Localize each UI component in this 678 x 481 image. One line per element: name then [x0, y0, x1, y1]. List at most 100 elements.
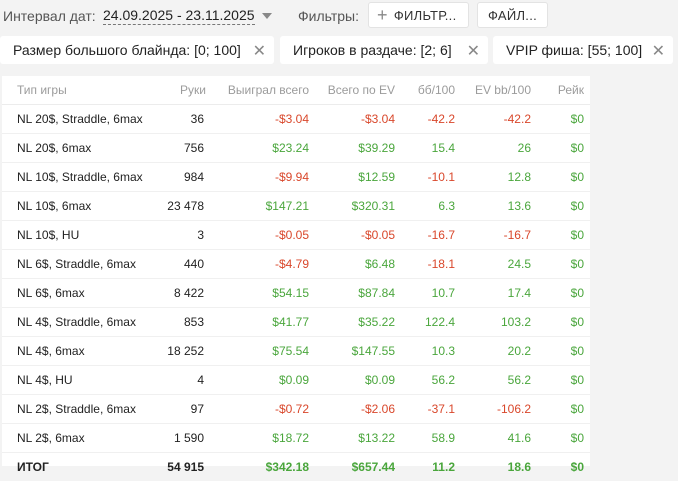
filter-chip-label: Игроков в раздаче: [2; 6] [293, 42, 452, 58]
col-rake-cell: $0 [537, 279, 590, 308]
col-bb100-cell: -16.7 [401, 221, 461, 250]
table-row[interactable]: NL 4$, 6max18 252$75.54$147.5510.320.2$0 [2, 337, 590, 366]
filter-chip-bb-size[interactable]: Размер большого блайнда: [0; 100] ✕ [0, 36, 274, 64]
table-row[interactable]: NL 20$, Straddle, 6max36-$3.04-$3.04-42.… [2, 105, 590, 134]
col-ev-total-cell: $87.84 [315, 279, 401, 308]
col-rake-cell: $0 [537, 134, 590, 163]
col-bb100-cell: -18.1 [401, 250, 461, 279]
col-game-type-cell: NL 10$, Straddle, 6max [2, 163, 162, 192]
add-filter-button[interactable]: + ФИЛЬТР... [368, 2, 469, 28]
table-row[interactable]: NL 20$, 6max756$23.24$39.2915.426$0 [2, 134, 590, 163]
col-won-total-cell: -$3.04 [212, 105, 315, 134]
col-rake-cell: $0 [537, 163, 590, 192]
col-hands-header[interactable]: Руки [162, 76, 212, 105]
col-hands-cell: 54 915 [162, 453, 212, 481]
col-bb100-cell: -42.2 [401, 105, 461, 134]
col-ev-total-cell: -$2.06 [315, 395, 401, 424]
col-won-total-cell: $342.18 [212, 453, 315, 481]
col-hands-cell: 36 [162, 105, 212, 134]
col-ev-total-cell: $39.29 [315, 134, 401, 163]
col-game-type-cell: NL 2$, 6max [2, 424, 162, 453]
close-icon[interactable]: ✕ [467, 41, 480, 61]
col-ev-bb100-cell: 56.2 [461, 366, 537, 395]
active-filters: Размер большого блайнда: [0; 100] ✕ Игро… [0, 36, 678, 64]
col-game-type-cell: NL 2$, Straddle, 6max [2, 395, 162, 424]
col-won-total-cell: $23.24 [212, 134, 315, 163]
col-won-total-cell: -$0.72 [212, 395, 315, 424]
col-won-total-cell: -$4.79 [212, 250, 315, 279]
col-won-total-cell: $147.21 [212, 192, 315, 221]
add-filter-label: ФИЛЬТР... [394, 8, 457, 23]
col-ev-total-cell: -$0.05 [315, 221, 401, 250]
table-row[interactable]: NL 2$, Straddle, 6max97-$0.72-$2.06-37.1… [2, 395, 590, 424]
col-bb100-cell: -37.1 [401, 395, 461, 424]
chevron-down-icon[interactable] [262, 13, 272, 19]
table-row[interactable]: NL 4$, HU4$0.09$0.0956.256.2$0 [2, 366, 590, 395]
col-hands-cell: 97 [162, 395, 212, 424]
col-ev-total-header[interactable]: Всего по EV [315, 76, 401, 105]
col-bb100-cell: 56.2 [401, 366, 461, 395]
col-game-type-cell: NL 6$, 6max [2, 279, 162, 308]
col-ev-total-cell: -$3.04 [315, 105, 401, 134]
col-hands-cell: 756 [162, 134, 212, 163]
date-range-picker[interactable]: 24.09.2025 - 23.11.2025 [103, 7, 255, 25]
table-row[interactable]: NL 4$, Straddle, 6max853$41.77$35.22122.… [2, 308, 590, 337]
col-ev-bb100-cell: 20.2 [461, 337, 537, 366]
col-ev-bb100-cell: 24.5 [461, 250, 537, 279]
col-bb100-header[interactable]: бб/100 [401, 76, 461, 105]
col-won-total-cell: -$9.94 [212, 163, 315, 192]
table-row[interactable]: NL 6$, Straddle, 6max440-$4.79$6.48-18.1… [2, 250, 590, 279]
col-rake-cell: $0 [537, 221, 590, 250]
filter-chip-vpip[interactable]: VPIP фиша: [55; 100] ✕ [493, 36, 673, 64]
stats-panel: Тип игрыРукиВыиграл всегоВсего по EVбб/1… [2, 76, 590, 466]
col-ev-bb100-header[interactable]: EV bb/100 [461, 76, 537, 105]
file-button[interactable]: ФАЙЛ... [477, 2, 548, 28]
total-row[interactable]: ИТОГ54 915$342.18$657.4411.218.6$0 [2, 453, 590, 481]
col-rake-cell: $0 [537, 337, 590, 366]
col-bb100-cell: 6.3 [401, 192, 461, 221]
close-icon[interactable]: ✕ [652, 41, 665, 61]
col-rake-cell: $0 [537, 192, 590, 221]
filter-chip-label: VPIP фиша: [55; 100] [506, 42, 642, 58]
col-ev-bb100-cell: 26 [461, 134, 537, 163]
col-game-type-header[interactable]: Тип игры [2, 76, 162, 105]
col-game-type-cell: NL 6$, Straddle, 6max [2, 250, 162, 279]
col-won-total-header[interactable]: Выиграл всего [212, 76, 315, 105]
filter-chip-players[interactable]: Игроков в раздаче: [2; 6] ✕ [280, 36, 488, 64]
col-ev-total-cell: $320.31 [315, 192, 401, 221]
col-game-type-cell: NL 10$, HU [2, 221, 162, 250]
col-bb100-cell: 15.4 [401, 134, 461, 163]
col-ev-bb100-cell: -42.2 [461, 105, 537, 134]
col-ev-bb100-cell: 17.4 [461, 279, 537, 308]
col-rake-header[interactable]: Рейк [537, 76, 590, 105]
col-won-total-cell: -$0.05 [212, 221, 315, 250]
col-game-type-cell: NL 10$, 6max [2, 192, 162, 221]
table-row[interactable]: NL 6$, 6max8 422$54.15$87.8410.717.4$0 [2, 279, 590, 308]
plus-icon: + [377, 6, 388, 24]
col-ev-total-cell: $0.09 [315, 366, 401, 395]
col-ev-total-cell: $13.22 [315, 424, 401, 453]
col-bb100-cell: 10.3 [401, 337, 461, 366]
table-row[interactable]: NL 10$, 6max23 478$147.21$320.316.313.6$… [2, 192, 590, 221]
col-ev-bb100-cell: 18.6 [461, 453, 537, 481]
toolbar: Интервал дат: 24.09.2025 - 23.11.2025 Фи… [0, 0, 678, 32]
close-icon[interactable]: ✕ [253, 41, 266, 61]
filter-chip-label: Размер большого блайнда: [0; 100] [13, 42, 241, 58]
col-game-type-cell: NL 4$, Straddle, 6max [2, 308, 162, 337]
col-ev-total-cell: $35.22 [315, 308, 401, 337]
table-row[interactable]: NL 2$, 6max1 590$18.72$13.2258.941.6$0 [2, 424, 590, 453]
col-hands-cell: 23 478 [162, 192, 212, 221]
table-row[interactable]: NL 10$, Straddle, 6max984-$9.94$12.59-10… [2, 163, 590, 192]
col-ev-total-cell: $12.59 [315, 163, 401, 192]
interval-label: Интервал дат: [3, 8, 96, 24]
col-bb100-cell: 11.2 [401, 453, 461, 481]
col-game-type-cell: NL 20$, 6max [2, 134, 162, 163]
table-row[interactable]: NL 10$, HU3-$0.05-$0.05-16.7-16.7$0 [2, 221, 590, 250]
col-rake-cell: $0 [537, 250, 590, 279]
col-rake-cell: $0 [537, 105, 590, 134]
col-won-total-cell: $75.54 [212, 337, 315, 366]
col-hands-cell: 853 [162, 308, 212, 337]
filters-label: Фильтры: [298, 8, 359, 24]
game-type-table: Тип игрыРукиВыиграл всегоВсего по EVбб/1… [2, 76, 590, 481]
col-rake-cell: $0 [537, 453, 590, 481]
